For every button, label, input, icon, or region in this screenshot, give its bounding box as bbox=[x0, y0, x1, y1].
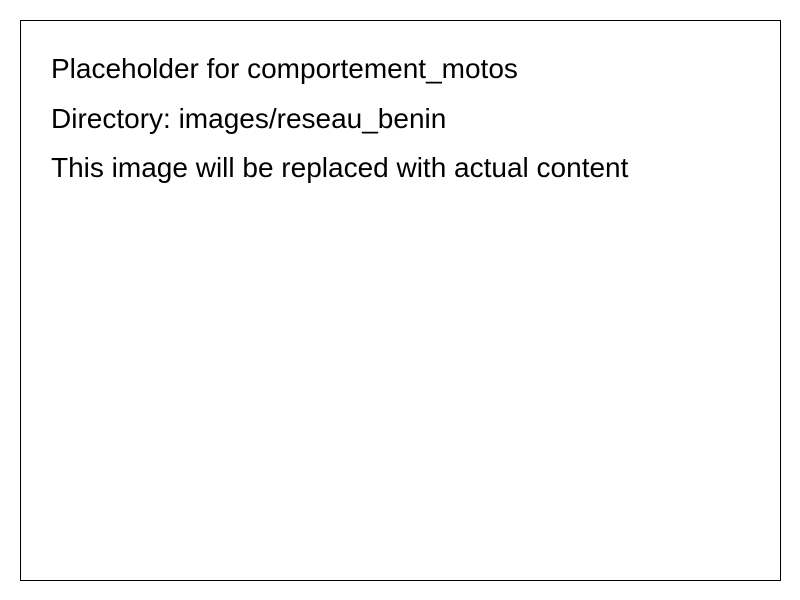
placeholder-frame: Placeholder for comportement_motos Direc… bbox=[20, 20, 781, 581]
placeholder-directory: Directory: images/reseau_benin bbox=[51, 103, 447, 134]
placeholder-note: This image will be replaced with actual … bbox=[51, 152, 629, 183]
placeholder-title: Placeholder for comportement_motos bbox=[51, 53, 518, 84]
